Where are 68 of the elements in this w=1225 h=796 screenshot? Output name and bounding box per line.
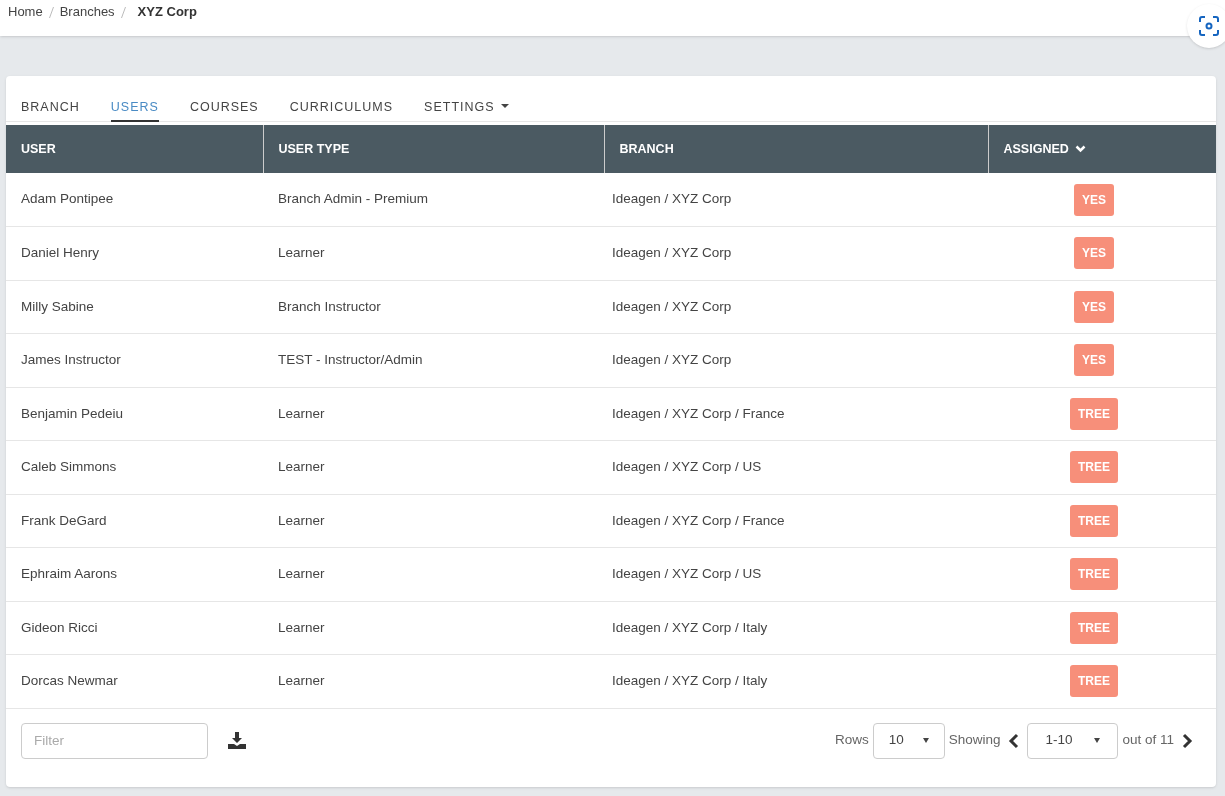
- table-cell: James Instructor: [6, 333, 263, 387]
- assigned-badge: TREE: [1070, 397, 1118, 430]
- tab[interactable]: USERS: [110, 98, 159, 122]
- table-cell: Branch Admin - Premium: [263, 173, 604, 227]
- table-cell: Daniel Henry: [6, 226, 263, 280]
- filter-field[interactable]: Filter: [21, 722, 208, 759]
- chevron-left-icon[interactable]: [1008, 732, 1020, 749]
- tab[interactable]: BRANCH: [21, 98, 80, 122]
- table-cell: Ephraim Aarons: [6, 547, 263, 601]
- assigned-badge: TREE: [1070, 665, 1118, 698]
- separator-icon: [120, 7, 126, 18]
- table-cell: Learner: [263, 440, 604, 494]
- assigned-badge: YES: [1074, 237, 1114, 270]
- separator-icon: [48, 7, 54, 18]
- download-icon[interactable]: [228, 732, 246, 749]
- table-cell: Caleb Simmons: [6, 440, 263, 494]
- table-cell: Ideagen / XYZ Corp: [604, 280, 988, 334]
- table-cell: Adam Pontipee: [6, 173, 263, 227]
- table-cell: Ideagen / XYZ Corp: [604, 173, 988, 227]
- column-header[interactable]: USER: [6, 125, 263, 173]
- table-cell: Learner: [263, 547, 604, 601]
- table-cell: Learner: [263, 387, 604, 441]
- table-cell: Ideagen / XYZ Corp / US: [604, 440, 988, 494]
- breadcrumb-link[interactable]: Home: [8, 2, 43, 22]
- assigned-badge: YES: [1074, 183, 1114, 216]
- screenshot-button[interactable]: [1187, 4, 1225, 48]
- table-cell: Dorcas Newmar: [6, 654, 263, 708]
- assigned-badge: YES: [1074, 290, 1114, 323]
- caret-icon: [1094, 738, 1101, 743]
- table-cell: Gideon Ricci: [6, 601, 263, 655]
- table-cell: Ideagen / XYZ Corp / Italy: [604, 601, 988, 655]
- table-cell: Ideagen / XYZ Corp / France: [604, 494, 988, 548]
- total-count: out of 11: [1122, 731, 1174, 750]
- column-header[interactable]: ASSIGNED: [988, 125, 1216, 173]
- table-cell: TEST - Instructor/Admin: [263, 333, 604, 387]
- table-cell: Learner: [263, 601, 604, 655]
- assigned-badge: TREE: [1070, 451, 1118, 484]
- tab[interactable]: CURRICULUMS: [289, 98, 394, 122]
- rows-select[interactable]: 10: [872, 722, 945, 759]
- tab[interactable]: COURSES: [189, 98, 259, 122]
- table-cell: Milly Sabine: [6, 280, 263, 334]
- table-cell: Branch Instructor: [263, 280, 604, 334]
- caret-icon: [922, 738, 929, 743]
- table-cell: Ideagen / XYZ Corp / France: [604, 387, 988, 441]
- column-header[interactable]: USER TYPE: [263, 125, 604, 173]
- screenshot-icon: [1199, 16, 1219, 36]
- chevron-down-icon: [1074, 145, 1086, 153]
- page-select[interactable]: 1-10: [1027, 722, 1119, 759]
- table-cell: Frank DeGard: [6, 494, 263, 548]
- assigned-badge: YES: [1074, 344, 1114, 377]
- rows-label: Rows: [834, 731, 869, 750]
- assigned-badge: TREE: [1070, 611, 1118, 644]
- assigned-badge: TREE: [1070, 504, 1118, 537]
- table-cell: Ideagen / XYZ Corp: [604, 226, 988, 280]
- table-cell: Learner: [263, 654, 604, 708]
- table-cell: Ideagen / XYZ Corp / US: [604, 547, 988, 601]
- tab[interactable]: SETTINGS: [424, 98, 509, 122]
- breadcrumb-link[interactable]: Branches: [59, 2, 115, 22]
- column-header[interactable]: BRANCH: [604, 125, 988, 173]
- table-cell: Benjamin Pedeiu: [6, 387, 263, 441]
- showing-label: Showing: [948, 731, 1001, 750]
- table-cell: Ideagen / XYZ Corp: [604, 333, 988, 387]
- table-cell: Learner: [263, 494, 604, 548]
- table-cell: Learner: [263, 226, 604, 280]
- table-cell: Ideagen / XYZ Corp / Italy: [604, 654, 988, 708]
- breadcrumb-current: XYZ Corp: [137, 3, 197, 21]
- chevron-right-icon[interactable]: [1182, 732, 1193, 749]
- assigned-badge: TREE: [1070, 558, 1118, 591]
